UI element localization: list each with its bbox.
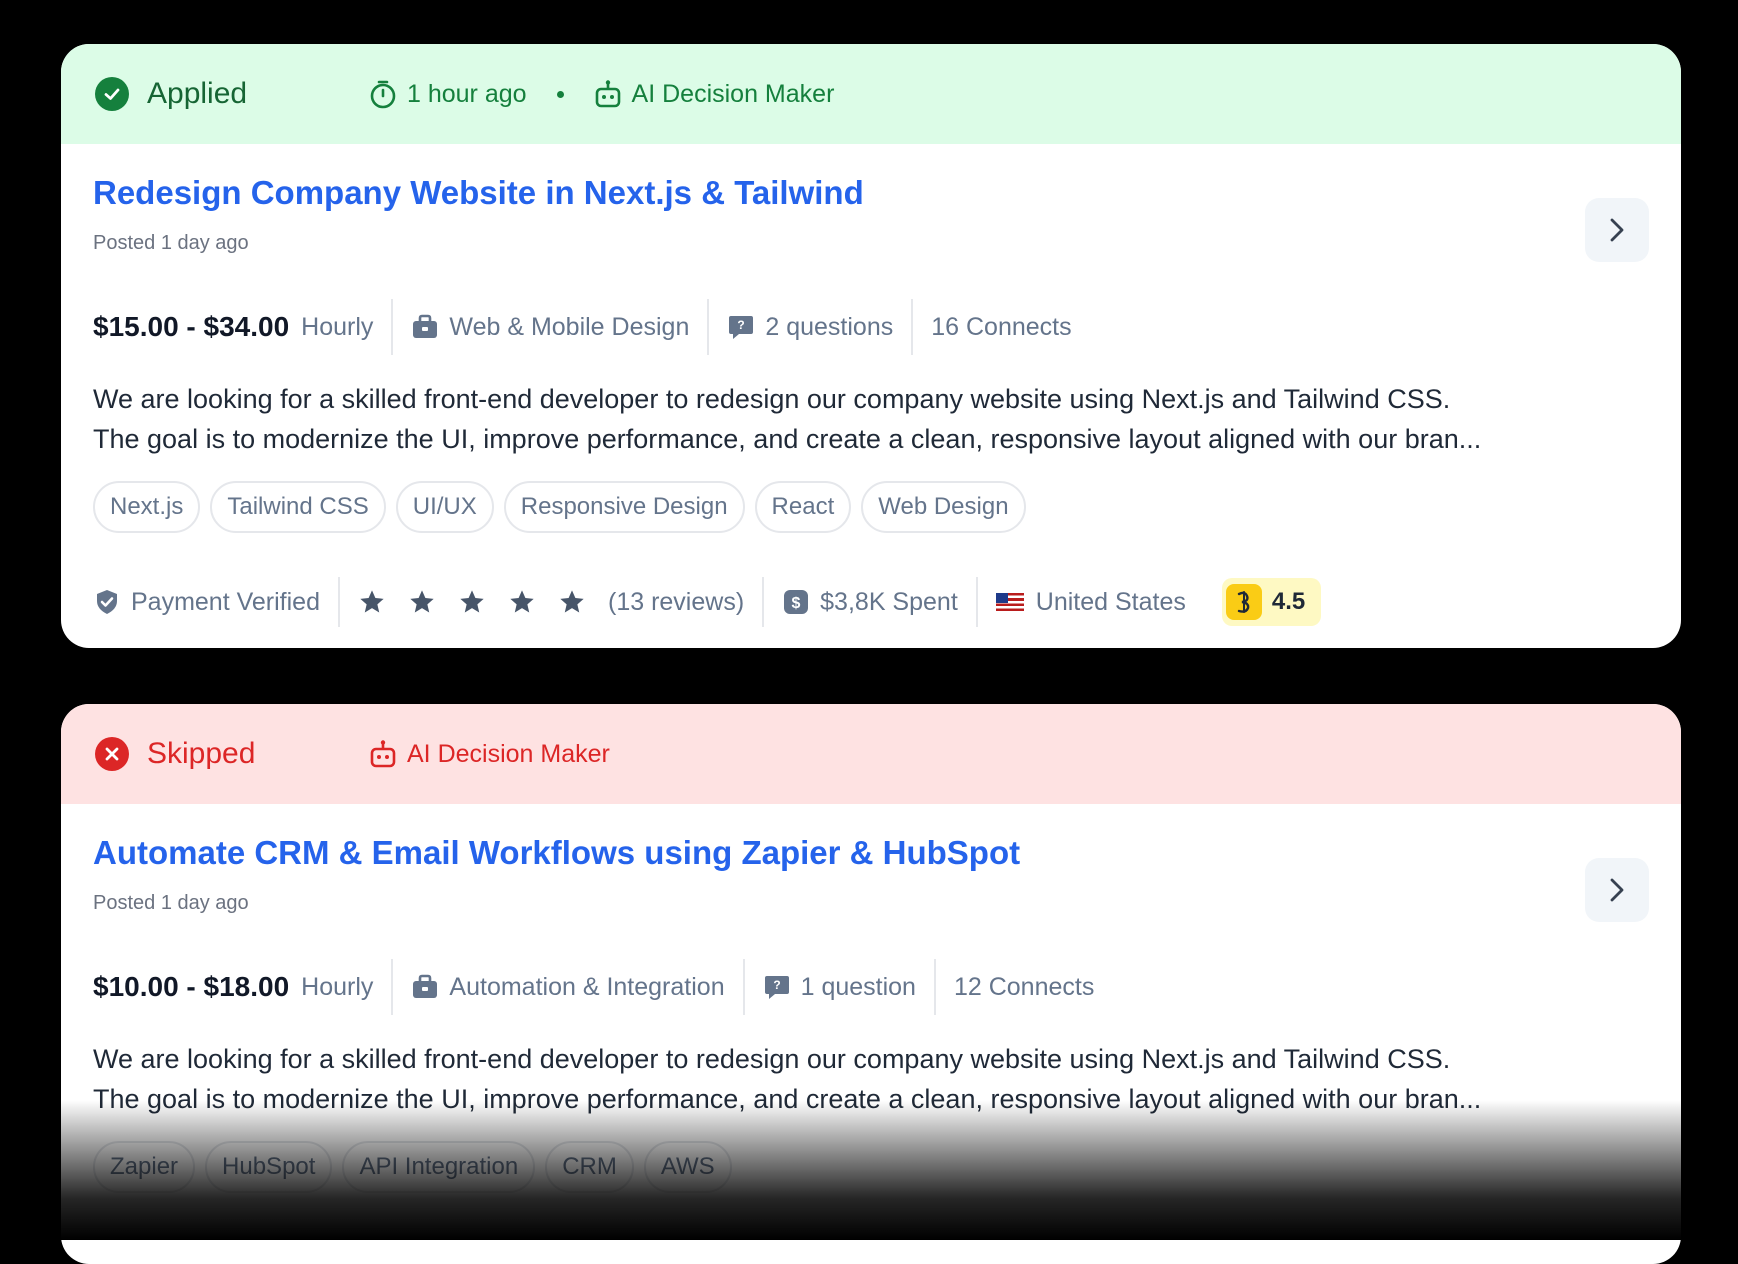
skill-tag[interactable]: HubSpot <box>205 1141 333 1193</box>
svg-text:?: ? <box>773 978 780 992</box>
skill-tag[interactable]: Responsive Design <box>503 481 745 533</box>
questions-count: 2 questions <box>765 312 894 341</box>
job-card: Skipped AI Decision Maker Automate CRM &… <box>61 704 1681 1264</box>
connects-count: 12 Connects <box>953 972 1095 1001</box>
country-stat: United States <box>975 577 1204 627</box>
score-emblem-icon <box>1225 584 1262 620</box>
rate-stat: $10.00 - $18.00 Hourly <box>93 959 391 1015</box>
skill-tag[interactable]: Zapier <box>93 1141 196 1193</box>
status-label: Skipped <box>147 737 256 770</box>
score-value: 4.5 <box>1271 588 1306 615</box>
rate-range: $10.00 - $18.00 <box>93 971 290 1002</box>
star-icon <box>460 590 484 613</box>
separator-dot <box>556 90 564 98</box>
job-stats: $15.00 - $34.00 Hourly Web & Mobile Desi… <box>93 299 1649 355</box>
posted-date: Posted 1 day ago <box>93 232 249 254</box>
description-line: The goal is to modernize the UI, improve… <box>93 1084 1482 1114</box>
status-bar: Skipped AI Decision Maker <box>61 704 1681 804</box>
robot-icon <box>595 80 620 108</box>
client-score: 4.5 <box>1221 578 1322 626</box>
skill-tag[interactable]: React <box>754 481 852 533</box>
job-title-link[interactable]: Redesign Company Website in Next.js & Ta… <box>93 174 1649 212</box>
payment-status: Payment Verified <box>131 587 320 616</box>
decision-maker: AI Decision Maker <box>594 79 835 109</box>
category-label: Web & Mobile Design <box>449 312 690 341</box>
verified-badge-icon <box>97 590 117 614</box>
decision-maker-label: AI Decision Maker <box>407 739 610 768</box>
skill-tag[interactable]: Tailwind CSS <box>210 481 386 533</box>
description-line: The goal is to modernize the UI, improve… <box>93 424 1482 454</box>
status-indicator: Skipped <box>95 737 369 771</box>
rate-type: Hourly <box>301 312 374 341</box>
x-circle-icon <box>95 737 129 771</box>
job-body: Redesign Company Website in Next.js & Ta… <box>61 174 1681 627</box>
skill-tag[interactable]: AWS <box>643 1141 732 1193</box>
connects-stat: 12 Connects <box>933 959 1112 1015</box>
time-meta: 1 hour ago <box>369 79 527 109</box>
questions-stat: ? 2 questions <box>707 299 911 355</box>
connects-count: 16 Connects <box>931 312 1072 341</box>
star-icon <box>410 590 434 613</box>
star-rating <box>358 588 596 616</box>
skill-tag[interactable]: API Integration <box>342 1141 536 1193</box>
stopwatch-icon <box>370 80 396 109</box>
category-stat: Automation & Integration <box>391 959 742 1015</box>
robot-icon <box>370 740 396 768</box>
us-flag-icon <box>995 593 1024 611</box>
reviews-count: (13 reviews) <box>608 587 745 616</box>
svg-text:$: $ <box>792 595 801 612</box>
question-bubble-icon: ? <box>729 316 754 339</box>
briefcase-icon <box>413 974 438 998</box>
chevron-right-icon <box>1610 218 1624 242</box>
total-spent: $3,8K Spent <box>820 587 958 616</box>
open-job-button[interactable] <box>1585 198 1649 262</box>
rating-stat: (13 reviews) <box>338 577 762 627</box>
job-body: Automate CRM & Email Workflows using Zap… <box>61 834 1681 1193</box>
rate-stat: $15.00 - $34.00 Hourly <box>93 299 391 355</box>
description-line: We are looking for a skilled front-end d… <box>93 1044 1451 1074</box>
skill-tag[interactable]: Next.js <box>93 481 201 533</box>
briefcase-icon <box>413 314 438 338</box>
posted-date: Posted 1 day ago <box>93 892 249 914</box>
chevron-right-icon <box>1610 878 1624 902</box>
check-circle-icon <box>95 77 129 111</box>
star-icon <box>560 590 584 613</box>
questions-count: 1 question <box>800 972 916 1001</box>
rate-type: Hourly <box>301 972 374 1001</box>
skill-tag[interactable]: UI/UX <box>395 481 494 533</box>
status-label: Applied <box>147 77 248 110</box>
country-name: United States <box>1035 587 1186 616</box>
job-description: We are looking for a skilled front-end d… <box>93 1039 1649 1119</box>
skill-tags: Zapier HubSpot API Integration CRM AWS <box>93 1141 1649 1193</box>
decision-maker: AI Decision Maker <box>369 739 610 769</box>
svg-text:?: ? <box>738 318 745 332</box>
question-bubble-icon: ? <box>764 976 789 999</box>
client-info: Payment Verified (13 reviews) $ $3,8K Sp… <box>93 577 1649 627</box>
dollar-icon: $ <box>784 590 809 614</box>
category-stat: Web & Mobile Design <box>391 299 707 355</box>
job-stats: $10.00 - $18.00 Hourly Automation & Inte… <box>93 959 1649 1015</box>
rate-range: $15.00 - $34.00 <box>93 311 290 342</box>
job-card: Applied 1 hour ago AI Decision Maker Red… <box>61 44 1681 648</box>
status-indicator: Applied <box>95 77 369 111</box>
job-title-link[interactable]: Automate CRM & Email Workflows using Zap… <box>93 834 1649 872</box>
category-label: Automation & Integration <box>449 972 725 1001</box>
questions-stat: ? 1 question <box>742 959 934 1015</box>
star-icon <box>510 590 534 613</box>
skill-tag[interactable]: CRM <box>545 1141 634 1193</box>
job-description: We are looking for a skilled front-end d… <box>93 379 1649 459</box>
open-job-button[interactable] <box>1585 858 1649 922</box>
spent-stat: $ $3,8K Spent <box>762 577 976 627</box>
decision-maker-label: AI Decision Maker <box>631 79 835 108</box>
star-icon <box>360 590 384 613</box>
skill-tag[interactable]: Web Design <box>861 481 1026 533</box>
time-ago: 1 hour ago <box>407 79 527 108</box>
skill-tags: Next.js Tailwind CSS UI/UX Responsive De… <box>93 481 1649 533</box>
payment-stat: Payment Verified <box>93 577 338 627</box>
description-line: We are looking for a skilled front-end d… <box>93 384 1451 414</box>
connects-stat: 16 Connects <box>911 299 1089 355</box>
status-bar: Applied 1 hour ago AI Decision Maker <box>61 44 1681 144</box>
